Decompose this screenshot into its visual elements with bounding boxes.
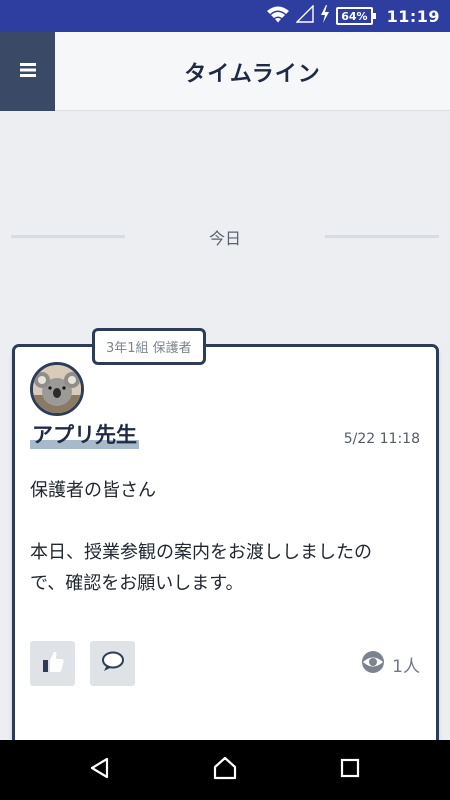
recents-square-icon <box>339 757 361 783</box>
battery-icon: 64% <box>336 7 376 25</box>
status-bar: 64% 11:19 <box>0 0 450 32</box>
charging-bolt-icon <box>320 5 330 27</box>
post-body: 保護者の皆さん 本日、授業参観の案内をお渡ししましたの で、確認をお願いします。 <box>30 475 425 599</box>
wifi-icon <box>266 5 290 27</box>
back-button[interactable] <box>80 750 120 790</box>
back-triangle-icon <box>89 757 111 783</box>
cellular-signal-icon <box>295 4 314 27</box>
speech-bubble-icon <box>101 651 125 677</box>
thumbs-up-icon <box>41 650 65 678</box>
home-button[interactable] <box>205 750 245 790</box>
avatar[interactable] <box>30 362 84 416</box>
recents-button[interactable] <box>330 750 370 790</box>
post-card[interactable]: 3年1組 保護者 アプリ先生 5/22 11:18 保護者の皆さん 本日、授業参… <box>12 328 439 800</box>
menu-button[interactable] <box>0 32 55 111</box>
date-divider: 今日 <box>0 223 450 249</box>
battery-percent: 64% <box>341 9 368 23</box>
read-count-label: 1人 <box>392 656 420 677</box>
like-button[interactable] <box>30 641 75 686</box>
hamburger-menu-icon <box>19 62 36 81</box>
eye-icon <box>360 650 386 678</box>
post-greeting: 保護者の皆さん <box>30 480 156 501</box>
timeline-content[interactable]: 今日 3年1組 保護者 アプリ先生 5/22 11:18 保護者の皆さん 本日、… <box>0 111 450 800</box>
status-icons: 64% 11:19 <box>266 0 440 32</box>
read-count[interactable]: 1人 <box>360 650 420 678</box>
navigation-bar <box>0 740 450 800</box>
group-tag: 3年1組 保護者 <box>92 328 206 365</box>
app-header: タイムライン <box>0 32 450 111</box>
page-title: タイムライン <box>184 61 321 87</box>
divider-line-right <box>325 235 439 238</box>
post-text-line-2: で、確認をお願いします。 <box>30 573 244 594</box>
clock: 11:19 <box>386 6 440 26</box>
home-icon <box>212 756 238 784</box>
author-name[interactable]: アプリ先生 <box>30 419 139 449</box>
post-text-line-1: 本日、授業参観の案内をお渡ししましたの <box>30 542 372 563</box>
comment-button[interactable] <box>90 641 135 686</box>
post-timestamp: 5/22 11:18 <box>343 431 420 447</box>
